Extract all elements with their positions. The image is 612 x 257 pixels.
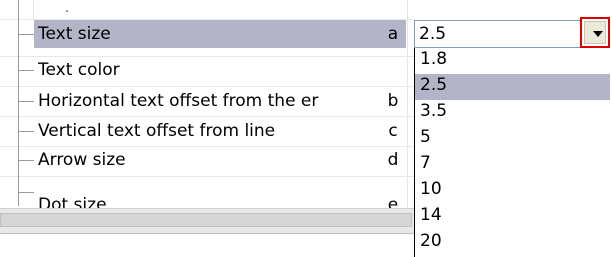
dropdown-option[interactable]: 3.5 — [415, 100, 610, 126]
row-divider — [0, 146, 414, 147]
dropdown-option[interactable]: 1.8 — [415, 48, 610, 74]
property-key: c — [388, 121, 398, 141]
row-divider — [0, 56, 414, 57]
property-name: Dot size — [38, 195, 107, 208]
row-divider — [0, 116, 414, 117]
tree-branch — [18, 160, 34, 161]
tree-branch — [18, 101, 34, 102]
property-name: Text size — [38, 24, 111, 44]
property-key: b — [387, 91, 399, 111]
property-key: a — [387, 24, 399, 44]
dropdown-option[interactable]: 5 — [415, 126, 610, 152]
chevron-down-icon — [593, 31, 603, 37]
dropdown-option[interactable]: 20 — [415, 230, 610, 256]
dropdown-list[interactable]: 1.8 2.5 3.5 5 7 10 14 20 — [414, 48, 610, 257]
property-name: Text color — [38, 60, 120, 80]
property-name: Arrow size — [38, 150, 126, 170]
property-row-dot-size[interactable]: Dot size e — [0, 176, 414, 208]
property-key: d — [387, 150, 399, 170]
property-key: e — [387, 195, 399, 208]
combobox-value: 2.5 — [419, 24, 447, 44]
row-divider — [0, 86, 414, 87]
property-name: Vertical text offset from line — [38, 121, 276, 141]
dropdown-option[interactable]: 14 — [415, 204, 610, 230]
dropdown-button[interactable] — [580, 17, 610, 48]
dropdown-option-selected[interactable]: 2.5 — [415, 74, 610, 100]
dropdown-option[interactable]: 7 — [415, 152, 610, 178]
dropdown-option[interactable]: 10 — [415, 178, 610, 204]
dropdown-button-face — [584, 21, 606, 44]
tree-branch — [18, 34, 34, 35]
horizontal-scrollbar[interactable] — [0, 208, 414, 234]
property-name: Horizontal text offset from the er — [38, 91, 319, 111]
tree-branch — [18, 192, 34, 193]
scrollbar-thumb[interactable] — [0, 213, 412, 227]
tree-branch — [18, 70, 34, 71]
column-divider — [33, 0, 34, 20]
tree-branch — [18, 131, 34, 132]
tree-dot — [66, 10, 68, 12]
